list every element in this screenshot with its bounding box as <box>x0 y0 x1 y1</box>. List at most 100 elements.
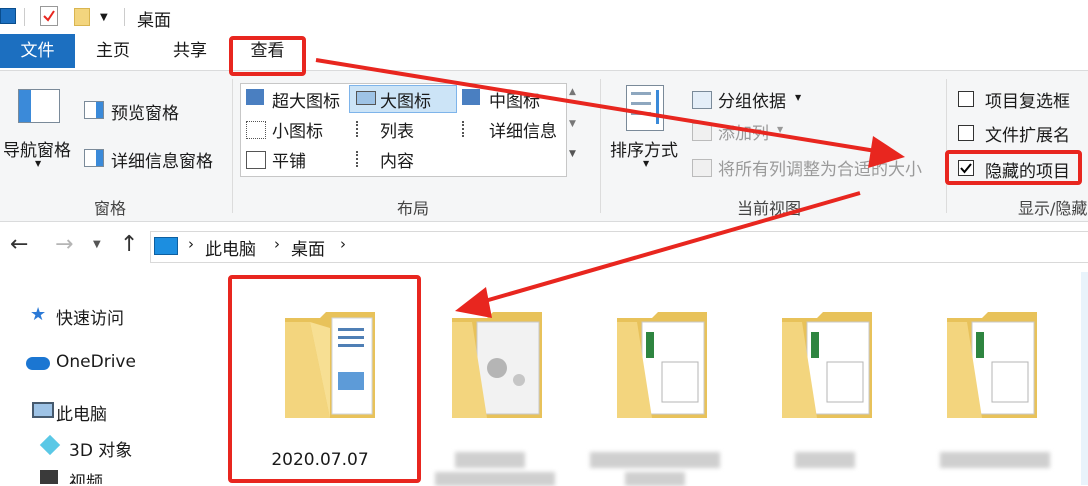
ribbon: 导航窗格 ▼ 预览窗格 详细信息窗格 窗格 超大图标 大图标 中图标 小图标 列… <box>0 70 1088 222</box>
forward-arrow-icon[interactable]: → <box>55 232 73 257</box>
preview-pane-button[interactable]: 预览窗格 <box>111 99 179 124</box>
folder-icon <box>947 312 1037 418</box>
layout-details[interactable]: 详细信息 <box>489 117 557 142</box>
group-label-current-view: 当前视图 <box>737 199 802 218</box>
highlight-folder <box>228 275 421 483</box>
window-title: 桌面 <box>137 11 171 31</box>
xl-icons-icon <box>246 89 264 105</box>
breadcrumb-desktop[interactable]: 桌面 <box>291 235 325 260</box>
group-by-icon <box>692 91 712 109</box>
size-columns-icon <box>692 159 712 177</box>
folder-icon <box>617 312 707 418</box>
address-bar[interactable]: › 此电脑 › 桌面 › <box>150 231 1088 263</box>
back-arrow-icon[interactable]: ← <box>10 232 28 257</box>
tab-share[interactable]: 共享 <box>165 34 215 68</box>
navigation-pane: ★ 快速访问 OneDrive 此电脑 3D 对象 视频 <box>0 280 215 485</box>
properties-icon[interactable] <box>40 6 58 26</box>
item-checkboxes-checkbox[interactable] <box>958 91 974 107</box>
chevron-down-icon[interactable]: ▼ <box>35 159 41 168</box>
divider <box>600 79 601 213</box>
tab-file[interactable]: 文件 <box>0 34 75 68</box>
sort-icon <box>626 85 664 131</box>
layout-xl-icons[interactable]: 超大图标 <box>272 87 340 112</box>
small-icons-icon <box>246 121 266 139</box>
highlight-view-tab <box>229 36 306 76</box>
layout-list[interactable]: 列表 <box>380 117 414 142</box>
group-label-panes: 窗格 <box>94 199 127 218</box>
file-extensions-label[interactable]: 文件扩展名 <box>985 121 1070 146</box>
nav-this-pc[interactable]: 此电脑 <box>56 400 107 425</box>
nav-videos[interactable]: 视频 <box>69 468 103 484</box>
group-by-button[interactable]: 分组依据 <box>718 87 786 112</box>
sort-by-button[interactable]: 排序方式 <box>610 136 678 161</box>
recent-locations-chevron-icon[interactable]: ▼ <box>93 239 101 250</box>
scroll-edge <box>1081 272 1088 485</box>
folder-item[interactable] <box>920 292 1070 472</box>
group-label-layout: 布局 <box>397 199 430 218</box>
nav-pane-icon[interactable] <box>18 89 60 123</box>
tab-home[interactable]: 主页 <box>88 34 138 68</box>
divider <box>946 79 947 213</box>
size-all-columns-button[interactable]: 将所有列调整为合适的大小 <box>718 155 922 180</box>
up-arrow-icon[interactable]: ↑ <box>120 232 138 257</box>
star-icon: ★ <box>30 304 47 325</box>
new-folder-icon[interactable] <box>74 8 90 26</box>
chevron-down-icon[interactable]: ▼ <box>777 125 783 134</box>
ribbon-tabs: 文件 主页 共享 查看 <box>0 34 1088 70</box>
add-columns-icon <box>692 123 712 141</box>
layout-medium-icons[interactable]: 中图标 <box>489 87 540 112</box>
large-icons-icon <box>356 91 376 105</box>
folder-icon <box>782 312 872 418</box>
chevron-right-icon[interactable]: › <box>188 235 194 253</box>
blurred-file-name <box>625 472 685 486</box>
blurred-file-name <box>435 472 555 486</box>
cloud-icon <box>26 357 50 370</box>
gallery-expand-icon[interactable]: ▼ <box>569 149 576 159</box>
details-pane-icon <box>84 149 104 167</box>
folder-icon <box>452 312 542 418</box>
list-icon <box>356 121 376 137</box>
details-pane-button[interactable]: 详细信息窗格 <box>111 147 213 172</box>
gallery-scroll-down-icon[interactable]: ▼ <box>569 119 576 129</box>
blurred-file-name <box>795 452 855 468</box>
item-checkboxes-label[interactable]: 项目复选框 <box>985 87 1070 112</box>
chevron-down-icon[interactable]: ▼ <box>795 93 801 102</box>
divider <box>124 8 125 26</box>
computer-icon <box>154 237 178 255</box>
highlight-hidden-items <box>945 150 1082 185</box>
preview-pane-icon <box>84 101 104 119</box>
nav-pane-button[interactable]: 导航窗格 <box>3 136 71 161</box>
chevron-down-icon[interactable]: ▼ <box>643 159 649 168</box>
add-columns-button[interactable]: 添加列 <box>718 119 769 144</box>
blurred-file-name <box>455 452 525 468</box>
layout-large-icons[interactable]: 大图标 <box>380 87 431 112</box>
layout-tiles[interactable]: 平铺 <box>272 147 306 172</box>
layout-content[interactable]: 内容 <box>380 147 414 172</box>
divider <box>24 8 25 26</box>
folder-item[interactable] <box>425 292 575 486</box>
details-icon <box>462 121 482 137</box>
breadcrumb-this-pc[interactable]: 此电脑 <box>205 235 256 260</box>
nav-quick-access[interactable]: 快速访问 <box>56 304 124 329</box>
chevron-down-icon[interactable]: ▼ <box>100 12 108 23</box>
blurred-file-name <box>940 452 1050 468</box>
chevron-right-icon[interactable]: › <box>274 235 280 253</box>
group-label-show-hide: 显示/隐藏 <box>1018 199 1088 218</box>
tiles-icon <box>246 151 266 169</box>
blurred-file-name <box>590 452 720 468</box>
folder-item[interactable] <box>755 292 905 472</box>
content-icon <box>356 151 376 167</box>
chevron-right-icon[interactable]: › <box>340 235 346 253</box>
folder-item[interactable] <box>590 292 740 486</box>
nav-onedrive[interactable]: OneDrive <box>56 352 136 372</box>
file-extensions-checkbox[interactable] <box>958 125 974 141</box>
medium-icons-icon <box>462 89 480 105</box>
nav-3d-objects[interactable]: 3D 对象 <box>69 436 132 461</box>
divider <box>232 79 233 213</box>
cube-3d-icon <box>39 434 61 456</box>
gallery-scroll-up-icon[interactable]: ▲ <box>569 87 576 97</box>
window-icon[interactable] <box>0 8 16 24</box>
video-icon <box>40 470 58 484</box>
layout-small-icons[interactable]: 小图标 <box>272 117 323 142</box>
title-bar: ▼ 桌面 <box>0 0 1088 34</box>
